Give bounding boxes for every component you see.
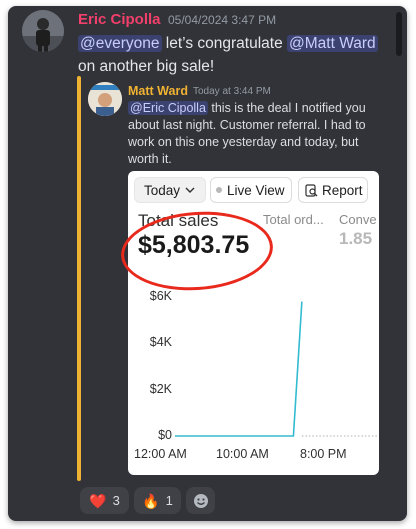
scrollbar[interactable] [396,12,402,56]
add-reaction-button[interactable] [186,487,215,514]
heart-emoji-icon: ❤️ [89,492,107,509]
fire-emoji-icon: 🔥 [142,492,160,509]
y-tick-label: $2K [149,381,172,396]
message-text-part: let’s congratulate [161,35,288,52]
reaction-count: 1 [165,493,173,508]
y-tick-label: $6K [149,289,172,303]
y-tick-label: $4K [149,335,172,350]
x-tick-label: 8:00 PM [300,447,347,461]
quote-author[interactable]: Matt Ward [128,84,188,98]
quote-text: @Eric Cipolla this is the deal I notifie… [128,100,390,168]
message-text: @everyone let’s congratulate @Matt Ward … [78,32,396,78]
quote-bar [77,76,81,481]
eric-cipolla-avatar[interactable] [22,10,64,52]
mention-eric-cipolla[interactable]: @Eric Cipolla [128,101,208,115]
mention-everyone[interactable]: @everyone [78,35,162,52]
y-tick-label: $0 [158,428,172,442]
reaction-heart[interactable]: ❤️ 3 [80,487,129,514]
message-text-part: on another big sale! [78,58,215,75]
matt-ward-avatar[interactable] [88,82,122,116]
quote-timestamp: Today at 3:44 PM [193,86,271,97]
message-author[interactable]: Eric Cipolla [78,11,161,28]
x-tick-label: 10:00 AM [216,447,269,461]
reaction-fire[interactable]: 🔥 1 [134,487,181,514]
x-tick-label: 12:00 AM [134,447,187,461]
sales-series-line [175,301,303,437]
add-reaction-icon [193,493,209,509]
reaction-count: 3 [112,493,120,508]
mention-matt-ward[interactable]: @Matt Ward [287,35,378,52]
message-timestamp: 05/04/2024 3:47 PM [168,13,277,27]
